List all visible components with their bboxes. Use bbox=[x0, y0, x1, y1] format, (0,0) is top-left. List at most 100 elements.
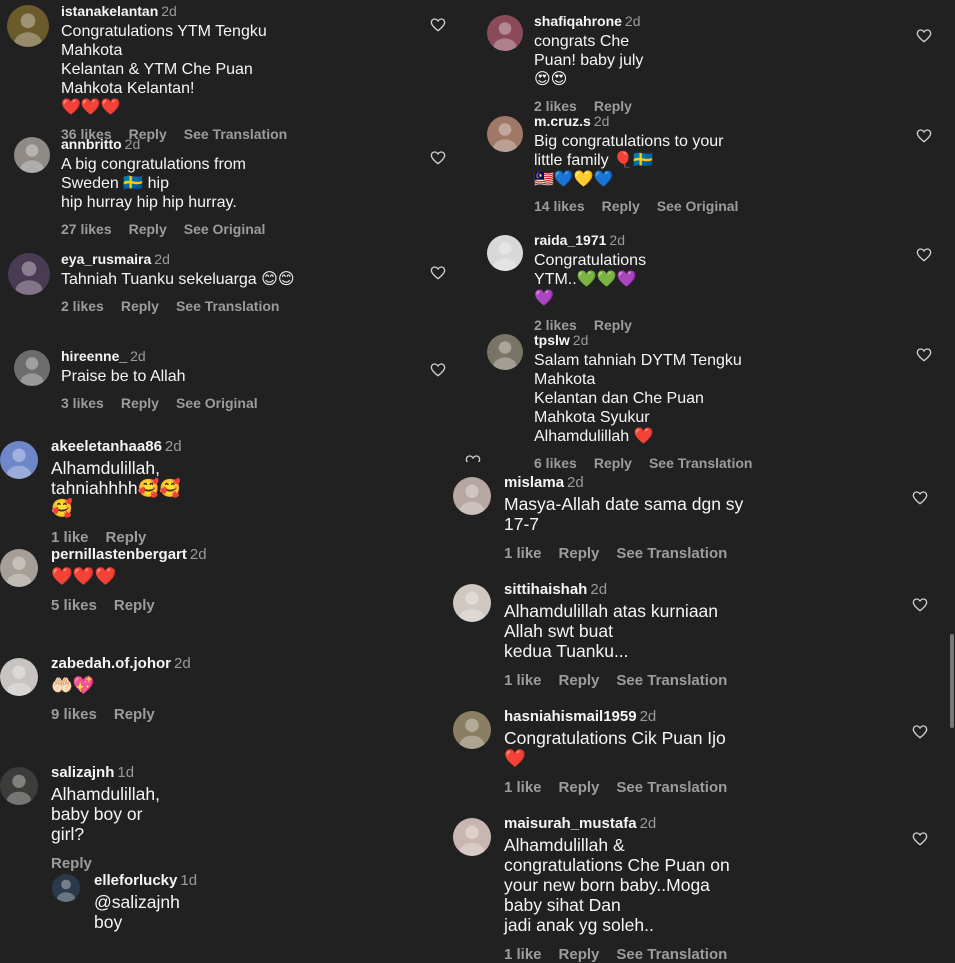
comment-timestamp: 1d bbox=[180, 872, 198, 889]
comment-actions: 1 like Reply See Translation bbox=[504, 545, 744, 562]
avatar[interactable] bbox=[0, 441, 38, 479]
like-heart-icon[interactable] bbox=[916, 128, 932, 144]
like-heart-icon[interactable] bbox=[912, 597, 928, 613]
like-heart-icon[interactable] bbox=[912, 724, 928, 740]
comment-actions: 2 likes Reply bbox=[534, 98, 649, 114]
comment-username[interactable]: salizajnh bbox=[51, 764, 114, 781]
like-heart-icon[interactable] bbox=[916, 247, 932, 263]
comment-actions: 6 likes Reply See Translation bbox=[534, 455, 769, 471]
comment-text: Alhamdulillah, tahniahhhh🥰🥰🥰 bbox=[51, 458, 182, 518]
comment-username[interactable]: m.cruz.s bbox=[534, 113, 591, 129]
avatar[interactable] bbox=[14, 350, 50, 386]
comment-timestamp: 2d bbox=[572, 332, 589, 348]
comment-username[interactable]: shafiqahrone bbox=[534, 13, 622, 29]
like-heart-icon[interactable] bbox=[430, 265, 446, 281]
like-heart-icon[interactable] bbox=[916, 28, 932, 44]
avatar[interactable] bbox=[0, 549, 38, 587]
likes-count[interactable]: 1 like bbox=[51, 529, 89, 546]
reply-button[interactable]: Reply bbox=[594, 98, 632, 114]
comment-text: ❤️❤️❤️ bbox=[51, 566, 117, 586]
avatar[interactable] bbox=[7, 5, 49, 47]
comment-username[interactable]: pernillastenbergart bbox=[51, 546, 187, 563]
likes-count[interactable]: 3 likes bbox=[61, 395, 104, 411]
like-heart-icon[interactable] bbox=[912, 490, 928, 506]
reply-button[interactable]: Reply bbox=[106, 529, 147, 546]
avatar[interactable] bbox=[453, 711, 491, 749]
translation-button[interactable]: See Translation bbox=[616, 779, 727, 796]
reply-button[interactable]: Reply bbox=[114, 597, 155, 614]
likes-count[interactable]: 6 likes bbox=[534, 455, 577, 471]
comment-username[interactable]: mislama bbox=[504, 474, 564, 491]
reply-button[interactable]: Reply bbox=[51, 855, 92, 872]
scrollbar[interactable] bbox=[950, 634, 954, 728]
reply-button[interactable]: Reply bbox=[114, 706, 155, 723]
likes-count[interactable]: 2 likes bbox=[534, 317, 577, 333]
reply-button[interactable]: Reply bbox=[121, 395, 159, 411]
likes-count[interactable]: 2 likes bbox=[534, 98, 577, 114]
comment-username[interactable]: tpslw bbox=[534, 332, 570, 348]
avatar[interactable] bbox=[52, 874, 80, 902]
avatar[interactable] bbox=[487, 235, 523, 271]
likes-count[interactable]: 1 like bbox=[504, 672, 542, 689]
like-heart-icon[interactable] bbox=[912, 831, 928, 847]
likes-count[interactable]: 5 likes bbox=[51, 597, 97, 614]
avatar[interactable] bbox=[453, 584, 491, 622]
comment-username[interactable]: hireenne_ bbox=[61, 348, 127, 364]
comment-username[interactable]: annbritto bbox=[61, 136, 122, 152]
translation-button[interactable]: See Original bbox=[657, 198, 739, 214]
comment-text: Tahniah Tuanku sekeluarga 😊😊 bbox=[61, 271, 295, 288]
comment-username[interactable]: zabedah.of.johor bbox=[51, 655, 171, 672]
avatar[interactable] bbox=[487, 15, 523, 51]
comment-timestamp: 2d bbox=[174, 655, 191, 672]
translation-button[interactable]: See Translation bbox=[616, 672, 727, 689]
reply-button[interactable]: Reply bbox=[559, 946, 600, 963]
likes-count[interactable]: 2 likes bbox=[61, 298, 104, 314]
avatar[interactable] bbox=[8, 253, 50, 295]
reply-button[interactable]: Reply bbox=[594, 455, 632, 471]
comment-timestamp: 2d bbox=[154, 251, 170, 267]
likes-count[interactable]: 14 likes bbox=[534, 198, 585, 214]
like-heart-icon[interactable] bbox=[465, 454, 481, 462]
like-heart-icon[interactable] bbox=[430, 17, 446, 33]
reply-button[interactable]: Reply bbox=[121, 298, 159, 314]
avatar[interactable] bbox=[487, 116, 523, 152]
likes-count[interactable]: 9 likes bbox=[51, 706, 97, 723]
likes-count[interactable]: 1 like bbox=[504, 545, 542, 562]
reply-button[interactable]: Reply bbox=[559, 779, 600, 796]
likes-count[interactable]: 1 like bbox=[504, 946, 542, 963]
avatar[interactable] bbox=[14, 137, 50, 173]
comment-username[interactable]: eya_rusmaira bbox=[61, 251, 151, 267]
comment-username[interactable]: hasniahismail1959 bbox=[504, 708, 637, 725]
like-heart-icon[interactable] bbox=[916, 347, 932, 363]
reply-button[interactable]: Reply bbox=[559, 672, 600, 689]
comment-actions: 9 likes Reply bbox=[51, 706, 191, 723]
comment-username[interactable]: elleforlucky bbox=[94, 872, 177, 889]
like-heart-icon[interactable] bbox=[430, 362, 446, 378]
avatar[interactable] bbox=[487, 334, 523, 370]
avatar[interactable] bbox=[453, 477, 491, 515]
reply-button[interactable]: Reply bbox=[559, 545, 600, 562]
translation-button[interactable]: See Translation bbox=[616, 545, 727, 562]
likes-count[interactable]: 27 likes bbox=[61, 221, 112, 237]
translation-button[interactable]: See Translation bbox=[616, 946, 727, 963]
avatar[interactable] bbox=[0, 658, 38, 696]
comment-text: A big congratulations from Sweden 🇸🇪 hip… bbox=[61, 156, 246, 211]
translation-button[interactable]: See Original bbox=[176, 395, 258, 411]
comment-text: Alhamdulillah, baby boy or girl? bbox=[51, 784, 160, 844]
reply-button[interactable]: Reply bbox=[602, 198, 640, 214]
comment-username[interactable]: raida_1971 bbox=[534, 232, 606, 248]
translation-button[interactable]: See Translation bbox=[649, 455, 752, 471]
like-heart-icon[interactable] bbox=[430, 150, 446, 166]
translation-button[interactable]: See Translation bbox=[176, 298, 279, 314]
reply-button[interactable]: Reply bbox=[129, 221, 167, 237]
likes-count[interactable]: 1 like bbox=[504, 779, 542, 796]
translation-button[interactable]: See Original bbox=[184, 221, 266, 237]
comment-username[interactable]: sittihaishah bbox=[504, 581, 587, 598]
avatar[interactable] bbox=[0, 767, 38, 805]
comment-username[interactable]: istanakelantan bbox=[61, 3, 158, 19]
avatar[interactable] bbox=[453, 818, 491, 856]
reply-button[interactable]: Reply bbox=[594, 317, 632, 333]
comment-timestamp: 2d bbox=[124, 136, 141, 152]
comment-username[interactable]: akeeletanhaa86 bbox=[51, 438, 162, 455]
comment-username[interactable]: maisurah_mustafa bbox=[504, 815, 637, 832]
